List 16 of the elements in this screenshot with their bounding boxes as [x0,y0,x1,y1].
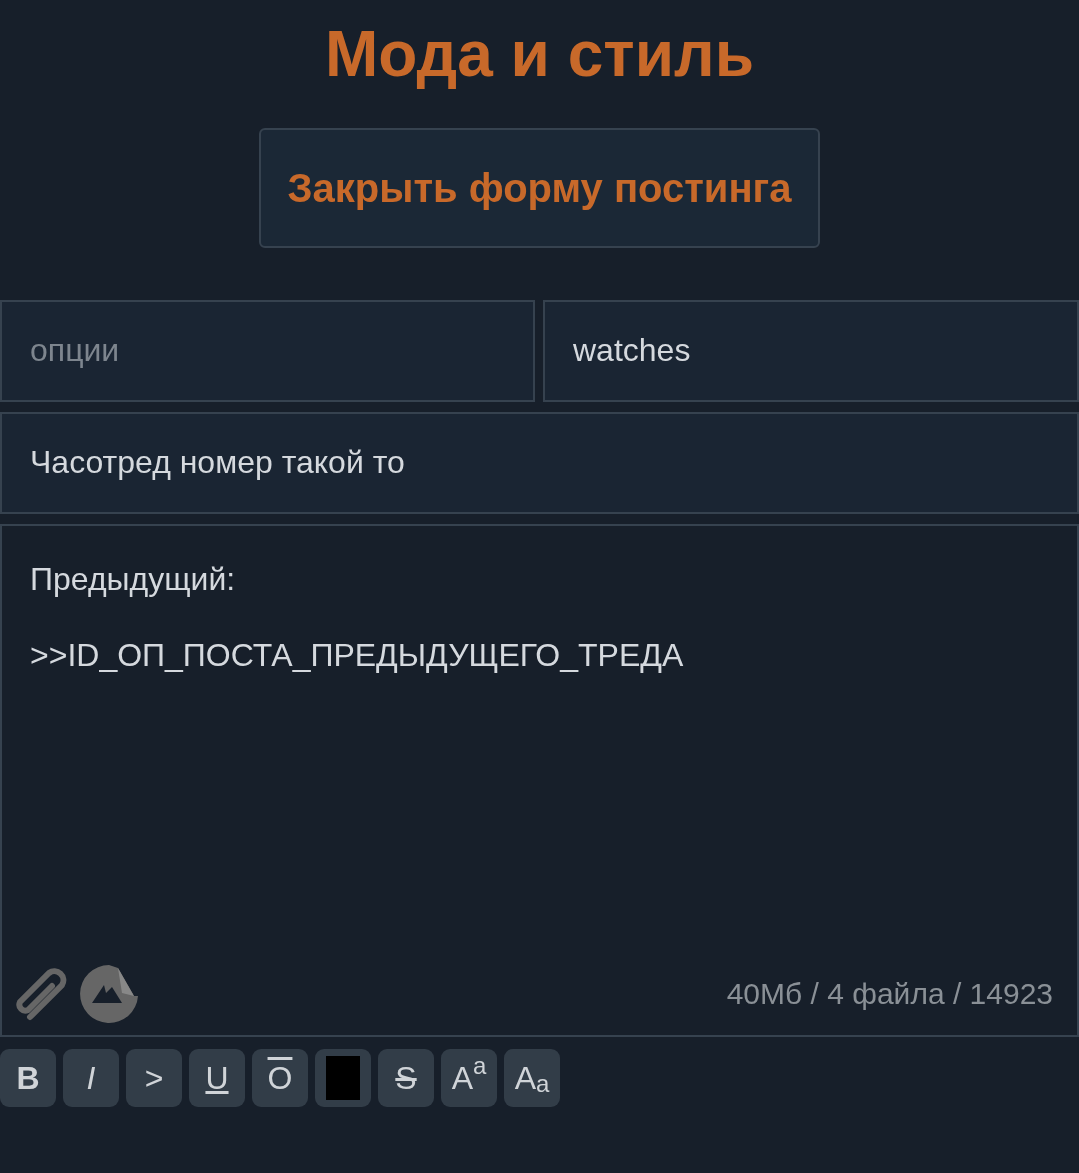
name-field[interactable]: watches [543,299,1079,402]
subscript-button[interactable]: A$_{a}$ [504,1048,560,1107]
page-title: Мода и стиль [325,18,754,92]
italic-button[interactable]: I [63,1048,119,1107]
strikethrough-button[interactable]: S [378,1048,434,1107]
subject-field[interactable]: Часотред номер такой то [0,411,1079,514]
quote-button[interactable]: > [126,1048,182,1107]
superscript-button[interactable]: A$^{a}$ [441,1048,497,1107]
upload-limit-counter: 40Мб / 4 файла / 14923 [726,976,1053,1013]
sticker-icon[interactable] [78,962,140,1025]
spoiler-button[interactable] [315,1048,371,1107]
overline-button[interactable]: O [252,1048,308,1107]
options-field[interactable]: опции [0,299,535,402]
bold-button[interactable]: B [0,1048,56,1107]
underline-button[interactable]: U [189,1048,245,1107]
close-form-button[interactable]: Закрыть форму постинга [259,127,820,248]
